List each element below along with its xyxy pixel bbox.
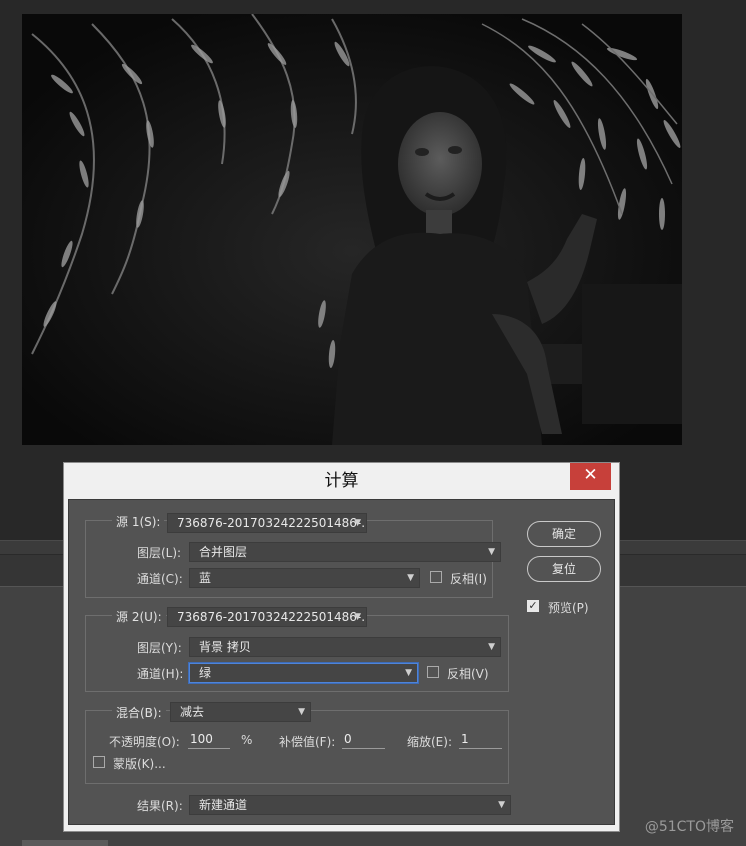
chevron-down-icon: ▼ (354, 612, 361, 622)
chevron-down-icon: ▼ (407, 573, 414, 583)
checkmark-icon: ✓ (528, 599, 538, 612)
scale-label: 缩放(E): (407, 735, 452, 749)
opacity-label: 不透明度(O): (109, 735, 180, 749)
source2-legend: 源 2(U): (112, 608, 166, 625)
chevron-down-icon: ▼ (298, 707, 305, 717)
close-button[interactable]: ✕ (570, 463, 611, 490)
source2-channel-value: 绿 (199, 666, 212, 680)
source2-channel-select[interactable]: 绿 ▼ (189, 663, 418, 683)
source2-invert-checkbox[interactable] (427, 666, 439, 678)
opacity-unit: % (241, 733, 253, 747)
source1-layer-select[interactable]: 合并图层 ▼ (189, 542, 501, 562)
source1-channel-label: 通道(C): (137, 572, 183, 586)
blending-mode-select[interactable]: 减去 ▼ (170, 702, 311, 722)
source1-file-value: 736876-20170324222501486-... (177, 516, 367, 530)
source1-channel-select[interactable]: 蓝 ▼ (189, 568, 420, 588)
scale-input[interactable]: 1 (459, 731, 502, 749)
panel-scroll-tab[interactable] (22, 840, 108, 846)
source2-file-select[interactable]: 736876-20170324222501486-... ▼ (167, 607, 367, 627)
source2-layer-select[interactable]: 背景 拷贝 ▼ (189, 637, 501, 657)
chevron-down-icon: ▼ (354, 518, 361, 528)
source1-invert-checkbox[interactable] (430, 571, 442, 583)
preview-label: 预览(P) (548, 601, 589, 615)
result-select[interactable]: 新建通道 ▼ (189, 795, 511, 815)
source2-file-value: 736876-20170324222501486-... (177, 610, 367, 624)
source1-legend: 源 1(S): (112, 513, 165, 530)
dialog-body: 源 1(S): 736876-20170324222501486-... ▼ 图… (68, 499, 615, 825)
source2-layer-value: 背景 拷贝 (199, 640, 251, 654)
blending-legend: 混合(B): (112, 704, 166, 721)
dialog-title: 计算 (324, 471, 359, 491)
result-value: 新建通道 (199, 798, 248, 812)
source2-layer-label: 图层(Y): (137, 641, 182, 655)
reset-button[interactable]: 复位 (527, 556, 601, 582)
chevron-down-icon: ▼ (405, 668, 412, 678)
chevron-down-icon: ▼ (488, 547, 495, 557)
offset-label: 补偿值(F): (279, 735, 336, 749)
opacity-input[interactable]: 100 (188, 731, 230, 749)
chevron-down-icon: ▼ (488, 642, 495, 652)
source2-invert-label: 反相(V) (447, 667, 489, 681)
result-label: 结果(R): (137, 799, 183, 813)
chevron-down-icon: ▼ (498, 800, 505, 810)
dialog-titlebar[interactable]: 计算 ✕ (64, 463, 619, 499)
calculations-dialog: 计算 ✕ 源 1(S): 736876-20170324222501486-..… (63, 462, 620, 832)
close-icon: ✕ (583, 465, 598, 485)
ok-button[interactable]: 确定 (527, 521, 601, 547)
mask-checkbox[interactable] (93, 756, 105, 768)
preview-checkbox[interactable]: ✓ (527, 600, 539, 612)
mask-button[interactable]: 蒙版(K)... (113, 755, 166, 772)
source1-invert-label: 反相(I) (450, 572, 487, 586)
blending-mode-value: 减去 (180, 705, 205, 719)
source2-channel-label: 通道(H): (137, 667, 184, 681)
document-canvas[interactable] (22, 14, 682, 445)
offset-input[interactable]: 0 (342, 731, 385, 749)
source1-channel-value: 蓝 (199, 571, 212, 585)
watermark: @51CTO博客 (644, 819, 734, 835)
canvas-image (22, 14, 682, 445)
source1-layer-value: 合并图层 (199, 545, 248, 559)
source1-file-select[interactable]: 736876-20170324222501486-... ▼ (167, 513, 367, 533)
source1-layer-label: 图层(L): (137, 546, 182, 560)
